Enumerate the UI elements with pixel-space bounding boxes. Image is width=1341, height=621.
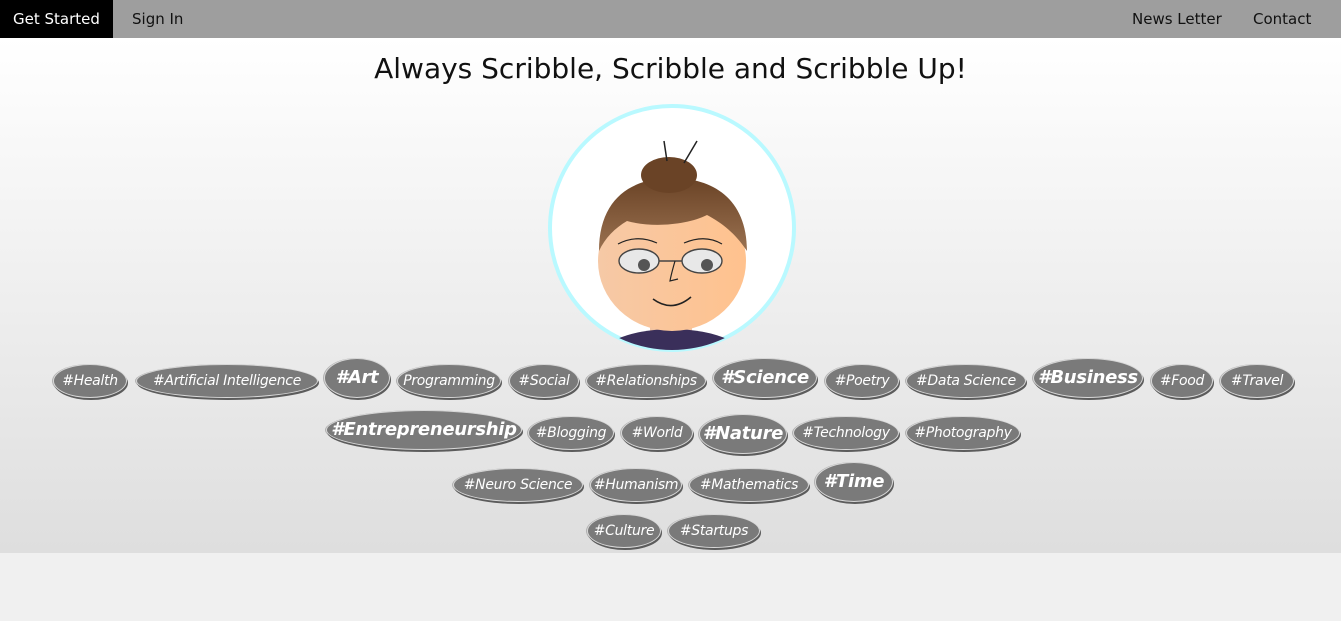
avatar-illustration [548,104,796,352]
tag-pill[interactable]: #Culture [587,514,661,548]
tag-pill[interactable]: #Business [1033,358,1143,398]
hero-section: Always Scribble, Scribble and Scribble U… [0,38,1341,553]
tag-pill[interactable]: Programming [397,364,501,398]
tag-pill[interactable]: #Time [815,462,893,502]
tag-pill[interactable]: #Art [324,358,390,398]
tag-pill[interactable]: #Entrepreneurship [326,410,522,450]
sign-in-link[interactable]: Sign In [119,0,196,38]
tag-pill[interactable]: #Food [1151,364,1213,398]
tag-pill[interactable]: #Startups [668,514,760,548]
top-navbar: Get Started Sign In News Letter Contact … [0,0,1341,66]
tag-pill[interactable]: #Artificial Intelligence [136,364,318,398]
tag-pill[interactable]: #Technology [793,416,899,450]
tag-pill[interactable]: #Health [53,364,127,398]
tag-pill[interactable]: #Neuro Science [453,468,583,502]
news-letter-link[interactable]: News Letter [1119,0,1235,38]
tag-pill[interactable]: #Photography [906,416,1020,450]
tag-pill[interactable]: #Data Science [906,364,1026,398]
tag-pill[interactable]: #Mathematics [689,468,809,502]
tag-pill[interactable]: #Science [713,358,817,398]
tag-pill[interactable]: #Nature [699,414,787,454]
tag-pill[interactable]: #Social [509,364,579,398]
tag-pill[interactable]: #Blogging [528,416,614,450]
page-title: Always Scribble, Scribble and Scribble U… [374,52,967,85]
tag-pill[interactable]: #Relationships [586,364,706,398]
tag-pill[interactable]: #Humanism [590,468,682,502]
tag-pill[interactable]: #World [621,416,693,450]
tag-pill[interactable]: #Poetry [825,364,899,398]
get-started-link[interactable]: Get Started [0,0,113,38]
contact-us-link[interactable]: Contact Us [1240,0,1341,66]
tag-pill[interactable]: #Travel [1220,364,1294,398]
